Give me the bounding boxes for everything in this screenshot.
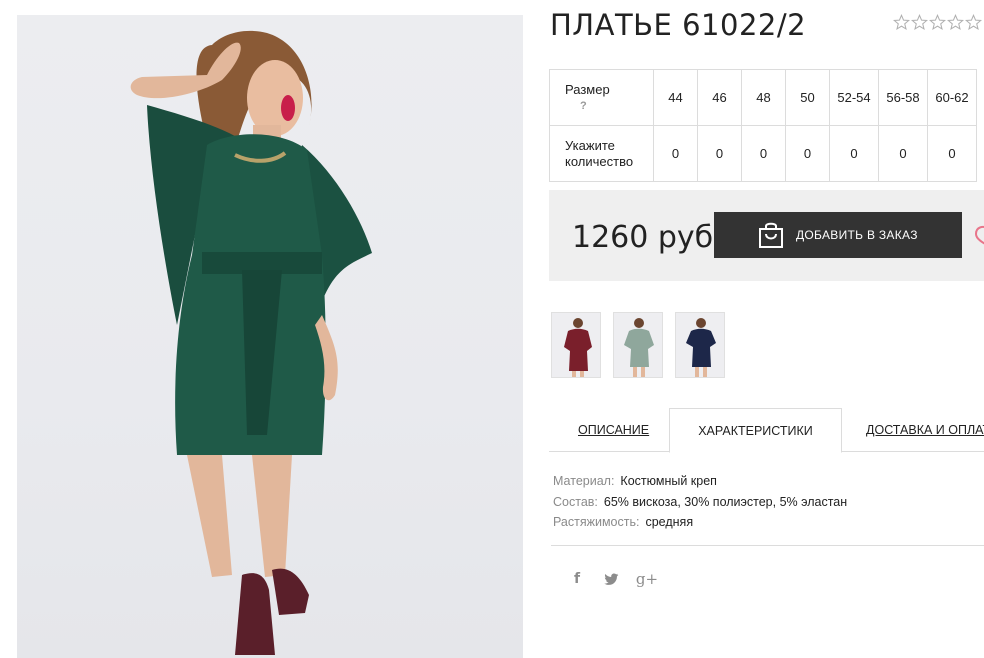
product-tabs: ОПИСАНИЕ ХАРАКТЕРИСТИКИ ДОСТАВКА И ОПЛАТ…: [549, 408, 984, 453]
dress-model-illustration: [130, 30, 372, 655]
characteristics-list: Материал: Костюмный креп Состав: 65% виско…: [553, 471, 847, 533]
size-cell: 52-54: [829, 69, 879, 126]
price: 1260 руб: [572, 220, 714, 255]
thumbnail-navy[interactable]: [675, 312, 725, 378]
quantity-input[interactable]: 0: [653, 125, 698, 182]
characteristic-value: средняя: [645, 515, 694, 529]
size-cell: 56-58: [878, 69, 928, 126]
quantity-input[interactable]: 0: [878, 125, 928, 182]
heart-icon[interactable]: [973, 223, 984, 247]
thumbnail-mint[interactable]: [613, 312, 663, 378]
size-cell: 60-62: [927, 69, 977, 126]
quantity-input[interactable]: 0: [741, 125, 786, 182]
shopping-bag-icon: [759, 222, 783, 248]
characteristic-label: Растяжимость:: [553, 515, 640, 529]
dress-thumbnail-image: [686, 318, 716, 377]
price-bar: 1260 руб ДОБАВИТЬ В ЗАКАЗ: [549, 190, 984, 281]
characteristic-label: Материал:: [553, 474, 615, 488]
star-icon[interactable]: [911, 14, 928, 31]
size-row-label: Размер ?: [549, 69, 654, 126]
product-photo[interactable]: [17, 15, 523, 658]
size-cell: 48: [741, 69, 786, 126]
size-help-icon[interactable]: ?: [565, 98, 653, 114]
tab-description[interactable]: ОПИСАНИЕ: [578, 408, 649, 453]
divider: [551, 545, 984, 546]
characteristic-row: Материал: Костюмный креп: [553, 471, 847, 492]
google-plus-icon[interactable]: g+: [636, 569, 658, 589]
star-icon[interactable]: [893, 14, 910, 31]
product-title: ПЛАТЬЕ 61022/2: [550, 8, 807, 42]
star-icon[interactable]: [929, 14, 946, 31]
add-to-order-button[interactable]: ДОБАВИТЬ В ЗАКАЗ: [714, 212, 962, 258]
characteristic-value: Костюмный креп: [620, 474, 717, 488]
rating-stars[interactable]: [893, 14, 982, 31]
characteristic-label: Состав:: [553, 494, 598, 509]
thumbnail-gallery: [551, 312, 725, 378]
facebook-icon[interactable]: f: [567, 569, 587, 589]
quantity-row-label: Укажите количество: [549, 125, 654, 182]
size-row: Размер ? 44 46 48 50 52-54 56-58 60-62: [549, 69, 977, 126]
star-icon[interactable]: [947, 14, 964, 31]
quantity-input[interactable]: 0: [697, 125, 742, 182]
size-cell: 44: [653, 69, 698, 126]
size-table: Размер ? 44 46 48 50 52-54 56-58 60-62 У…: [549, 69, 977, 182]
social-share: f g+: [567, 569, 658, 589]
star-icon[interactable]: [965, 14, 982, 31]
tab-delivery-payment[interactable]: ДОСТАВКА И ОПЛАТА: [866, 408, 984, 453]
characteristic-row: Состав: 65% вискоза, 30% полиэстер, 5% эл…: [553, 492, 847, 513]
add-to-order-label: ДОБАВИТЬ В ЗАКАЗ: [796, 228, 918, 242]
characteristic-value: 65% вискоза, 30% полиэстер, 5% эластан: [603, 494, 848, 509]
characteristic-row: Растяжимость: средняя: [553, 512, 847, 533]
quantity-row: Укажите количество 0 0 0 0 0 0 0: [549, 125, 977, 182]
size-cell: 50: [785, 69, 830, 126]
size-cell: 46: [697, 69, 742, 126]
dress-thumbnail-image: [564, 318, 592, 377]
quantity-input[interactable]: 0: [829, 125, 879, 182]
tab-characteristics[interactable]: ХАРАКТЕРИСТИКИ: [669, 408, 842, 453]
thumbnail-burgundy[interactable]: [551, 312, 601, 378]
quantity-input[interactable]: 0: [785, 125, 830, 182]
dress-thumbnail-image: [624, 318, 654, 377]
twitter-icon[interactable]: [601, 569, 621, 589]
quantity-input[interactable]: 0: [927, 125, 977, 182]
